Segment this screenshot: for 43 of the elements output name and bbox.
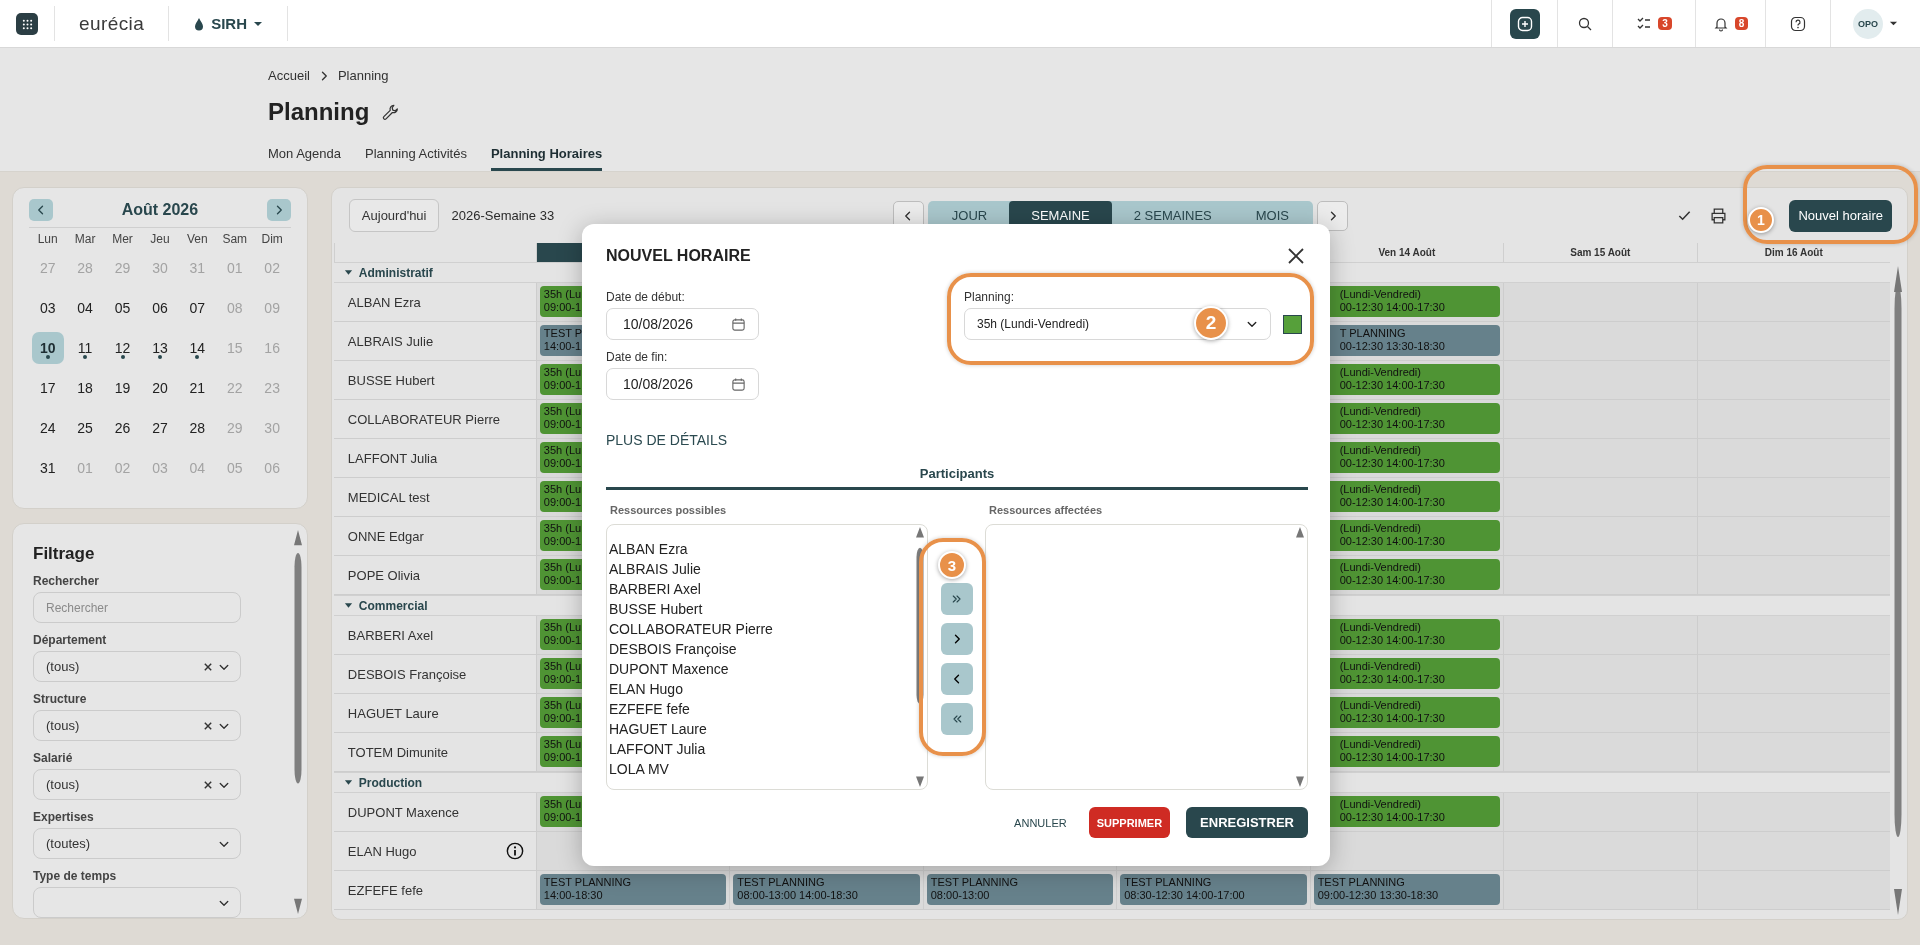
page-title: Planning — [268, 98, 370, 126]
employee-name: TOTEM Dimunite — [347, 744, 448, 760]
employee-name: EZFEFE fefe — [347, 882, 423, 898]
field-label: Date de fin: — [606, 350, 669, 364]
month-title: Août 2026 — [121, 200, 199, 219]
field-label: Date de début: — [606, 290, 686, 304]
group-name: Commercial — [358, 598, 428, 613]
field-label: Structure — [33, 692, 88, 706]
field-label: Département — [33, 633, 108, 647]
notification-badge: 8 — [1734, 17, 1749, 30]
list-label: Ressources possibles — [610, 504, 728, 516]
field-label: Expertises — [33, 810, 95, 824]
employee-name: COLLABORATEUR Pierre — [347, 411, 501, 427]
field-label: Type de temps — [33, 869, 118, 883]
period-label: 2026-Semaine 33 — [451, 208, 555, 223]
employee-name: DESBOIS Françoise — [347, 666, 467, 682]
field-label: Planning: — [964, 290, 1016, 304]
weekday-label: Mer — [111, 231, 134, 248]
employee-name: ALBRAIS Julie — [347, 333, 434, 349]
field-label: Salarié — [33, 751, 74, 765]
employee-name: ALBAN Ezra — [347, 294, 421, 310]
employee-name: MEDICAL test — [347, 489, 430, 505]
weekday-label: Ven — [185, 231, 209, 248]
notification-badge: 3 — [1658, 17, 1672, 30]
employee-name: ELAN Hugo — [347, 843, 417, 859]
weekday-label: Dim — [260, 231, 284, 248]
employee-name: POPE Olivia — [347, 567, 421, 583]
employee-name: DUPONT Maxence — [347, 804, 459, 820]
employee-name: ONNE Edgar — [347, 528, 424, 544]
weekday-label: Sam — [221, 231, 249, 248]
employee-name: BARBERI Axel — [347, 627, 434, 643]
weekday-label: Jeu — [149, 231, 171, 248]
employee-name: HAGUET Laure — [347, 705, 439, 721]
group-name: Production — [358, 775, 423, 790]
panel-title: Filtrage — [33, 544, 96, 564]
employee-name: LAFFONT Julia — [347, 450, 438, 466]
employee-name: BUSSE Hubert — [347, 372, 435, 388]
dialog-title: NOUVEL HORAIRE — [606, 247, 751, 265]
weekday-label: Mar — [73, 231, 97, 248]
weekday-label: Lun — [36, 231, 59, 248]
field-label: Rechercher — [33, 574, 101, 588]
group-name: Administratif — [358, 265, 433, 280]
list-label: Ressources affectées — [989, 504, 1104, 516]
